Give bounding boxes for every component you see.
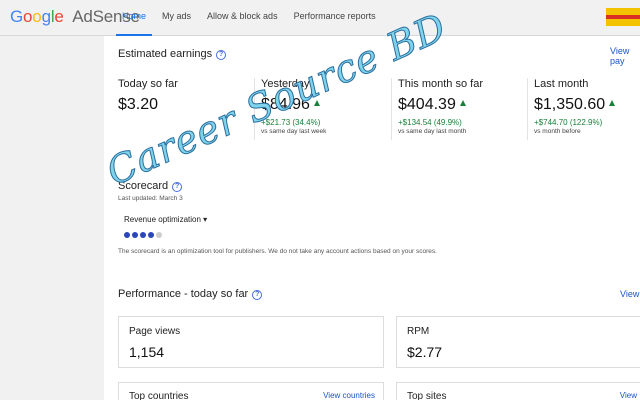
help-icon[interactable]: ? [172,182,183,192]
stat-compare: vs month before [534,128,581,135]
main-nav: Home My ads Allow & block ads Performanc… [116,0,386,36]
stat-label: Last month [534,78,589,90]
flag-stripe [606,15,640,19]
card-label: Top countries [129,391,189,400]
score-dot [124,232,130,238]
nav-performance-reports[interactable]: Performance reports [288,0,382,36]
stat-value: $404.39 [398,96,456,113]
stat-value-row: $1,350.60 [534,96,616,114]
help-icon[interactable]: ? [216,50,227,60]
top-sites-card: Top sites View [396,382,640,400]
top-bar: Google AdSense Home My ads Allow & block… [0,0,640,36]
stat-today: Today so far $3.20 [118,78,178,114]
page-views-card: Page views 1,154 [118,316,384,368]
view-performance-link[interactable]: View [620,289,639,299]
stat-delta: +$134.54 (49.9%) [398,118,462,127]
stat-value: $3.20 [118,96,159,113]
left-margin [0,36,104,400]
scorecard-updated: Last updated: March 3 [118,195,183,202]
view-sites-link[interactable]: View [620,391,637,400]
nav-my-ads[interactable]: My ads [156,0,197,36]
dropdown-label: Revenue optimization [124,215,201,224]
nav-home[interactable]: Home [116,0,153,36]
stat-this-month: This month so far $404.39 +$134.54 (49.9… [398,78,483,135]
stat-last-month: Last month $1,350.60 +$744.70 (122.9%) v… [534,78,616,135]
stat-delta: +$744.70 (122.9%) [534,118,603,127]
main-content: Estimated earnings? View pay Today so fa… [104,36,640,400]
card-label: RPM [407,326,430,337]
score-rating [124,232,162,238]
score-dot [140,232,146,238]
stat-value: $1,350.60 [534,96,606,113]
stat-label: This month so far [398,78,483,90]
scorecard-dropdown[interactable]: Revenue optimization ▾ [124,215,207,224]
performance-heading: Performance - today so far? [118,288,263,300]
stat-value-row: $404.39 [398,96,483,114]
up-arrow-icon [459,100,466,106]
nav-allow-block-ads[interactable]: Allow & block ads [201,0,284,36]
view-countries-link[interactable]: View countries [323,391,375,400]
card-label: Top sites [407,391,447,400]
logo-letter: G [10,7,24,26]
estimated-earnings-title: Estimated earnings [118,48,213,60]
help-icon[interactable]: ? [252,290,263,300]
chevron-down-icon: ▾ [203,215,208,224]
divider [527,78,528,140]
scorecard-note: The scorecard is an optimization tool fo… [118,248,437,255]
stat-label: Today so far [118,78,178,90]
logo-letter: g [41,7,51,26]
card-label: Page views [129,326,181,337]
estimated-earnings-heading: Estimated earnings? [118,48,227,60]
logo-letter: e [54,7,64,26]
stat-compare: vs same day last week [261,128,327,135]
divider [391,78,392,140]
logo-letter: o [23,7,33,26]
rpm-card: RPM $2.77 [396,316,640,368]
flag-icon[interactable] [606,8,640,26]
performance-title: Performance - today so far [118,288,249,300]
score-dot [156,232,162,238]
top-countries-card: Top countries View countries [118,382,384,400]
score-dot [132,232,138,238]
view-payments-link[interactable]: View pay [610,46,640,66]
up-arrow-icon [609,100,616,106]
card-value: 1,154 [129,344,165,360]
card-value: $2.77 [407,344,443,360]
stat-compare: vs same day last month [398,128,467,135]
logo-letter: o [32,7,42,26]
score-dot [148,232,154,238]
